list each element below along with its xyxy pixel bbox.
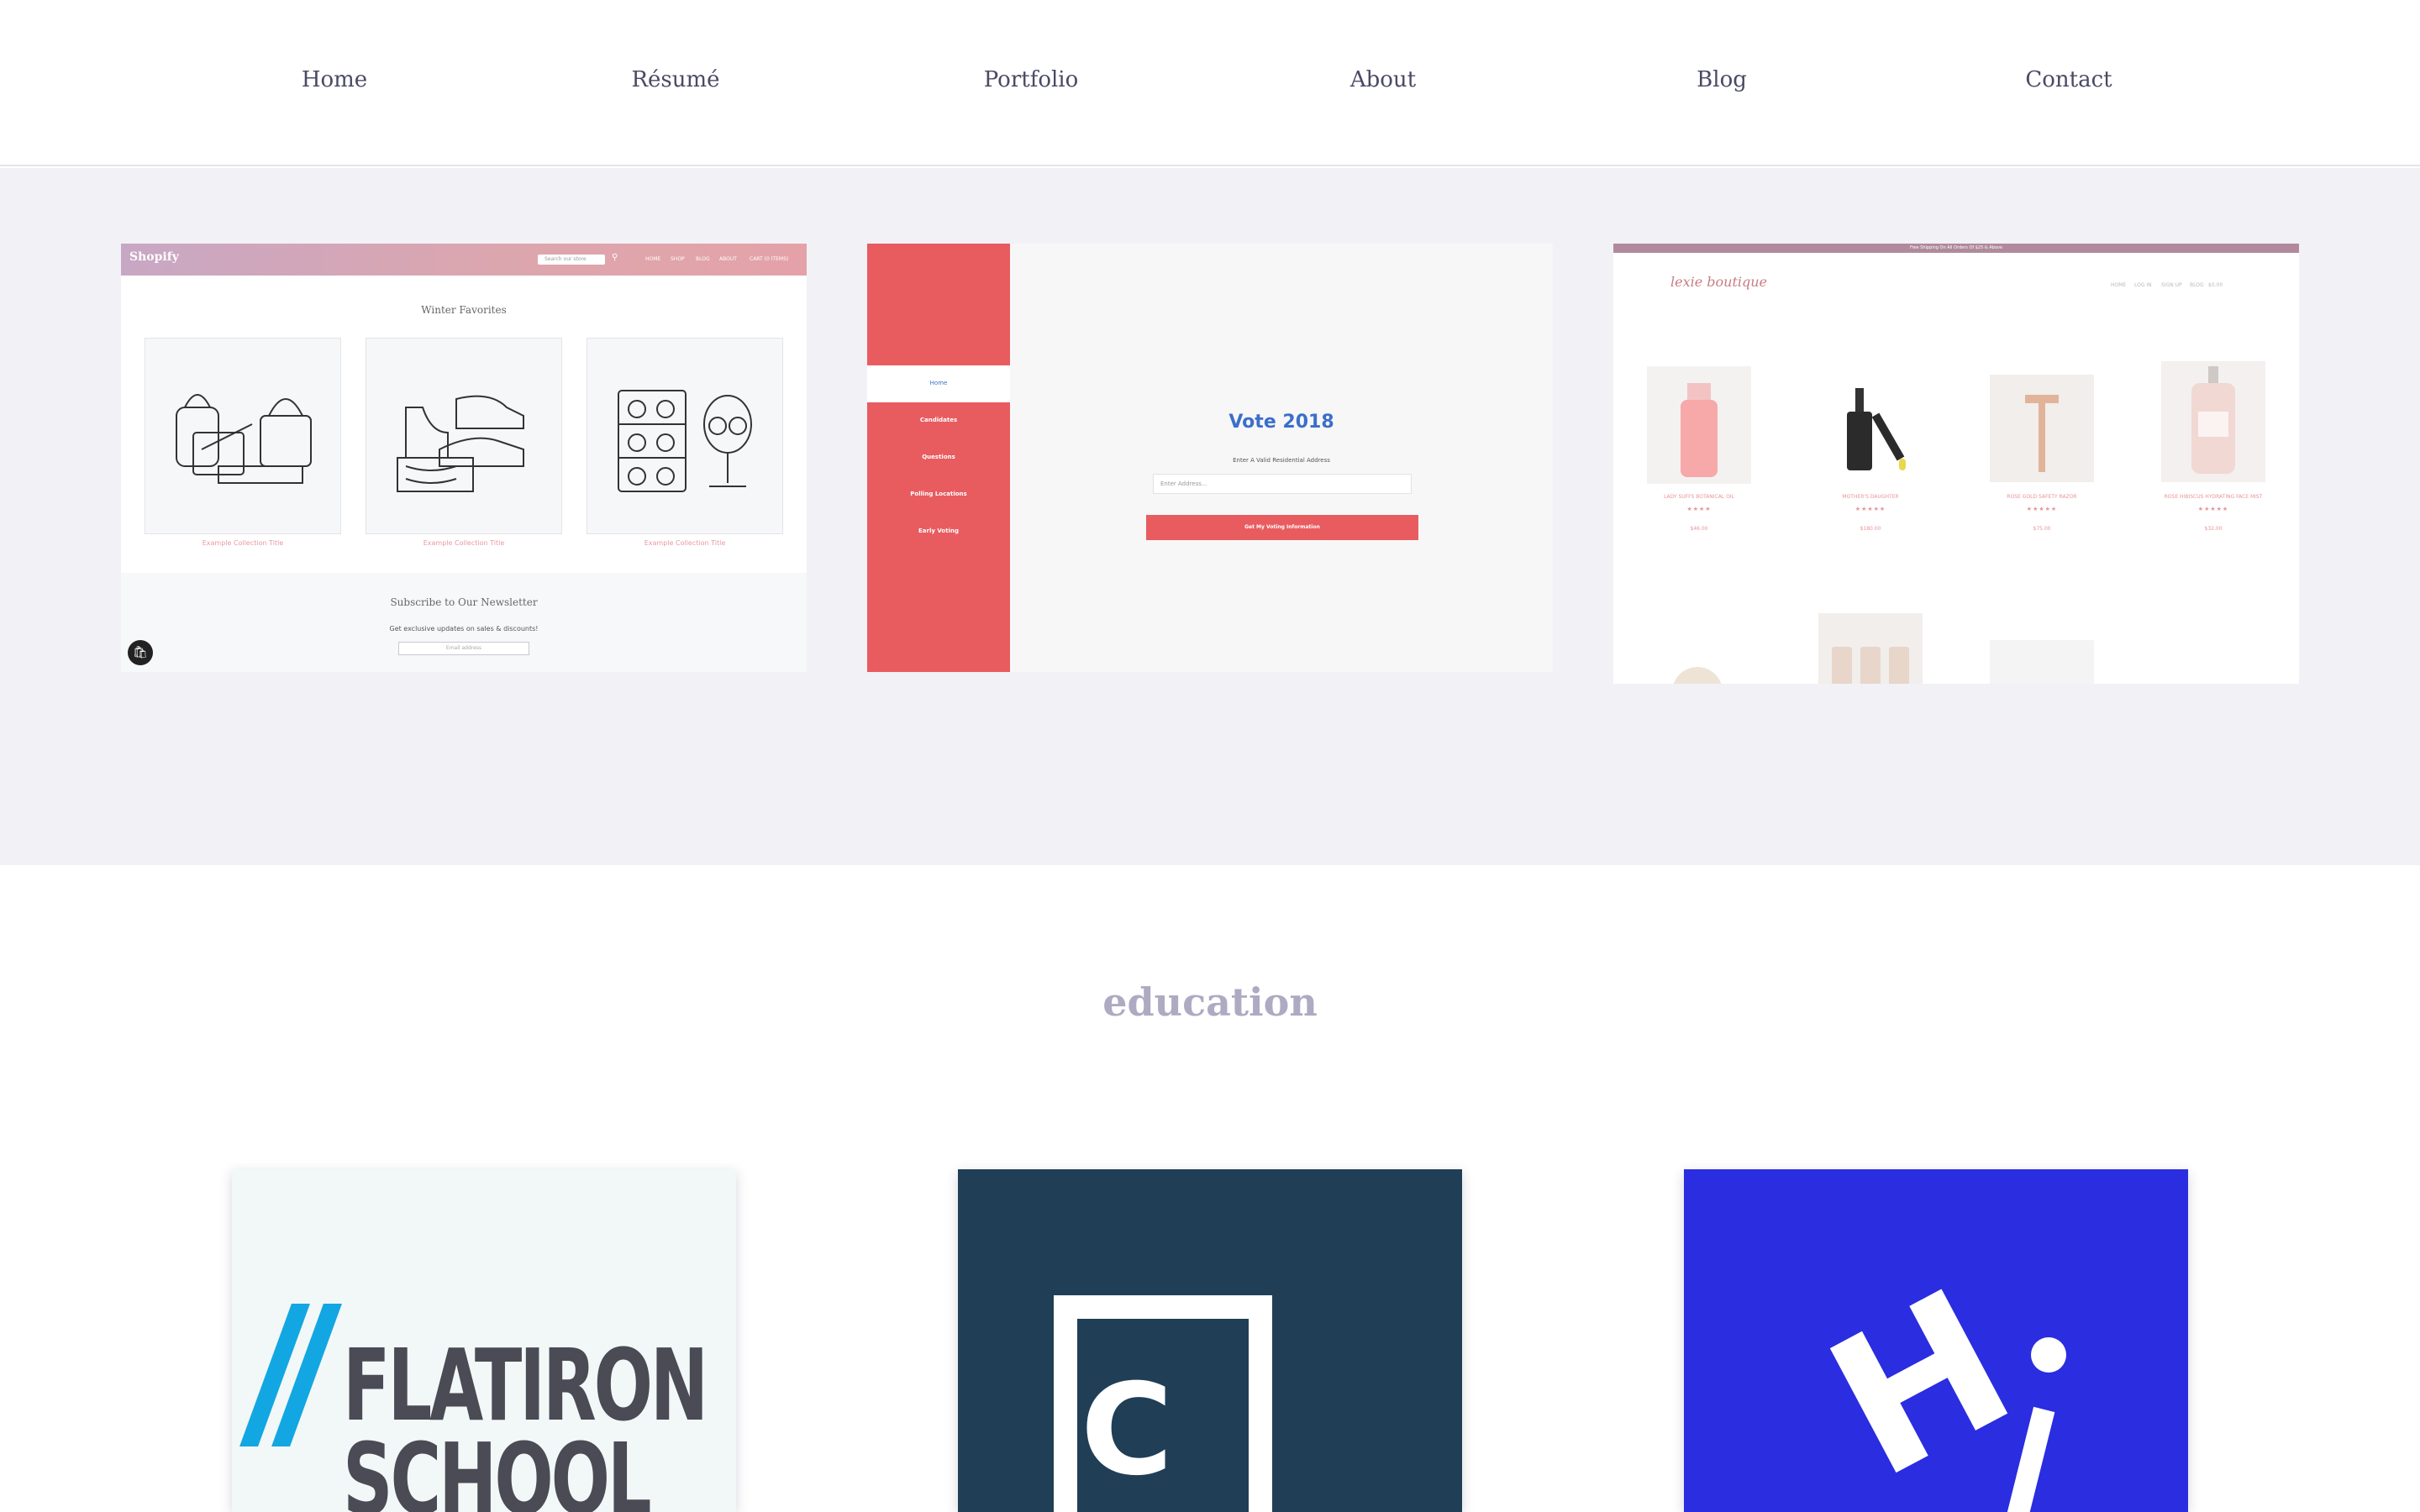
boutique-menu-login: LOG IN — [2134, 282, 2152, 288]
boutique-menu-blog: BLOG — [2190, 282, 2204, 288]
boutique-banner: Free Shipping On All Orders Of $25 & Abo… — [1613, 244, 2299, 253]
vote-address-field: Enter Address... — [1153, 474, 1412, 494]
flatiron-wordmark-line: SCHOOL — [343, 1421, 652, 1512]
vote-address-label: Enter A Valid Residential Address — [1233, 457, 1330, 464]
product-name: LADY SUFFS BOTANICAL OIL — [1664, 494, 1734, 500]
top-navigation: Home Résumé Portfolio About Blog Contact — [0, 0, 2420, 166]
vote-sidebar: Home Candidates Questions Polling Locati… — [867, 244, 1010, 672]
portfolio-item-shopify[interactable]: Shopify Search our store ⚲ HOME SHOP BLO… — [121, 244, 807, 672]
newsletter-email-field: Email address — [398, 642, 529, 655]
product-image — [1818, 378, 1923, 484]
product-image — [1990, 640, 2094, 684]
newsletter-subtitle: Get exclusive updates on sales & discoun… — [389, 625, 539, 633]
product-price: $75.00 — [2033, 526, 2051, 532]
vote-sidebar-item-candidates: Candidates — [919, 417, 958, 423]
product-image — [1672, 667, 1723, 684]
glasses-illustration — [618, 390, 752, 492]
search-icon: ⚲ — [612, 253, 618, 262]
product-image — [1818, 613, 1923, 684]
shopify-logo: Shopify — [129, 250, 179, 264]
portfolio-item-vote[interactable]: Home Candidates Questions Polling Locati… — [867, 244, 1553, 672]
education-card-flatiron[interactable]: FLATIRON SCHOOL — [232, 1169, 736, 1512]
flatiron-wordmark-line: FLATIRON — [343, 1327, 708, 1443]
vote-sidebar-item-polling: Polling Locations — [910, 491, 967, 497]
shopify-collection-caption: Example Collection Title — [644, 539, 726, 547]
nav-link-contact[interactable]: Contact — [2025, 67, 2112, 92]
shopify-menu-about: ABOUT — [719, 256, 737, 262]
education-card-codecademy[interactable]: C — [958, 1169, 1462, 1512]
product-price: $46.00 — [1690, 526, 1708, 532]
product-rating: ★★★★ — [1686, 506, 1712, 512]
shopify-menu-blog: BLOG — [696, 256, 710, 262]
nav-link-portfolio[interactable]: Portfolio — [984, 67, 1079, 92]
shopify-menu-shop: SHOP — [671, 256, 685, 262]
newsletter-title: Subscribe to Our Newsletter — [390, 596, 538, 608]
nav-link-blog[interactable]: Blog — [1697, 67, 1747, 92]
shopify-collection-card — [145, 338, 341, 534]
nav-link-home[interactable]: Home — [302, 67, 367, 92]
vote-sidebar-item-early-voting: Early Voting — [918, 528, 959, 534]
portfolio-section: Shopify Search our store ⚲ HOME SHOP BLO… — [0, 168, 2420, 865]
hyper-island-logo-letter: H — [1797, 1247, 2045, 1512]
bags-illustration — [176, 394, 312, 484]
product-price: $32.00 — [2204, 526, 2223, 532]
product-image — [1990, 375, 2094, 482]
boutique-menu-cart: $0.00 — [2208, 282, 2223, 288]
shopify-menu-cart: CART (0 ITEMS) — [750, 256, 789, 262]
boutique-logo: lexie boutique — [1670, 274, 1768, 290]
product-name: ROSE GOLD SAFETY RAZOR — [2007, 494, 2077, 500]
boutique-menu-signup: SIGN UP — [2161, 282, 2182, 288]
product-rating: ★★★★★ — [1854, 506, 1886, 512]
shopify-collection-caption: Example Collection Title — [423, 539, 505, 547]
shoes-illustration — [397, 395, 524, 492]
codecademy-logo-letter: C — [1081, 1357, 1174, 1504]
shopify-collection-card — [366, 338, 562, 534]
boutique-menu-home: HOME — [2111, 282, 2127, 288]
nav-link-resume[interactable]: Résumé — [631, 67, 719, 92]
portfolio-item-boutique[interactable]: Free Shipping On All Orders Of $25 & Abo… — [1613, 244, 2299, 684]
shopify-menu-home: HOME — [645, 256, 661, 262]
nav-link-about[interactable]: About — [1350, 67, 1416, 92]
product-image — [1647, 366, 1751, 484]
education-heading: education — [1102, 979, 1318, 1025]
shopify-newsletter: Subscribe to Our Newsletter Get exclusiv… — [121, 573, 807, 672]
shopify-search-field: Search our store — [538, 255, 605, 265]
vote-title: Vote 2018 — [1228, 412, 1334, 433]
vote-sidebar-item-home: Home — [929, 380, 948, 386]
shopify-collection-caption: Example Collection Title — [202, 539, 284, 547]
shopify-bag-icon: 🛍 — [128, 640, 153, 665]
vote-sidebar-item-questions: Questions — [922, 454, 955, 460]
vote-submit-button: Get My Voting Information — [1146, 515, 1418, 540]
shopify-section-title: Winter Favorites — [421, 304, 507, 316]
shopify-header: Shopify Search our store ⚲ HOME SHOP BLO… — [121, 244, 807, 276]
hyper-island-dot-icon — [2031, 1337, 2066, 1373]
product-rating: ★★★★★ — [2197, 506, 2229, 512]
product-name: ROSE HIBISCUS HYDRATING FACE MIST — [2164, 494, 2263, 500]
shopify-collection-card — [587, 338, 783, 534]
product-rating: ★★★★★ — [2026, 506, 2058, 512]
product-name: MOTHER'S DAUGHTER — [1842, 494, 1899, 500]
education-card-hyper-island[interactable]: H — [1684, 1169, 2188, 1512]
product-price: $180.00 — [1860, 526, 1881, 532]
product-image — [2161, 361, 2265, 482]
